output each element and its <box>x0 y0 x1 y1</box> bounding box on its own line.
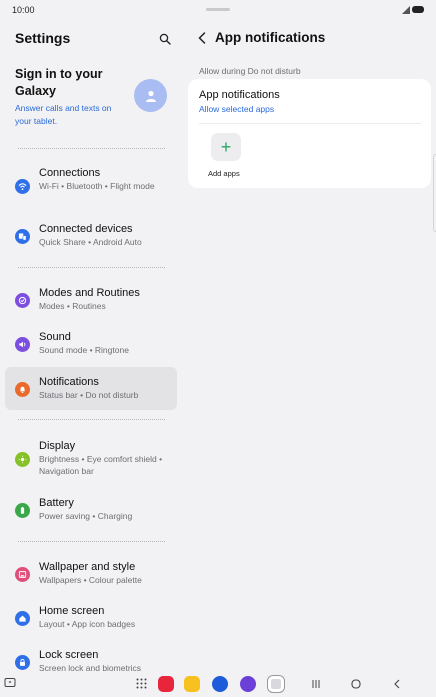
search-icon[interactable] <box>159 33 171 45</box>
wallpaper-icon <box>15 567 30 582</box>
app-notifications-setting[interactable]: App notifications <box>199 89 280 101</box>
item-title: Battery <box>39 497 74 509</box>
screen-rotate-icon[interactable] <box>4 677 16 689</box>
settings-title: Settings <box>15 30 71 46</box>
item-subtitle: Modes • Routines <box>39 301 106 311</box>
app-notifications-value: Allow selected apps <box>199 104 275 114</box>
item-title: Notifications <box>39 376 99 388</box>
item-subtitle: Sound mode • Ringtone <box>39 345 129 355</box>
apps-grid-icon[interactable] <box>136 678 147 689</box>
battery-status-icon <box>412 6 424 13</box>
back-arrow-icon[interactable] <box>197 32 207 44</box>
sidebar-item-connected-devices[interactable]: Connected devices Quick Share • Android … <box>5 222 177 248</box>
dock-app-browser-icon[interactable] <box>240 676 256 692</box>
section-divider <box>18 541 165 542</box>
sidebar-item-display[interactable]: Display Brightness • Eye comfort shield … <box>5 439 177 477</box>
item-subtitle: Power saving • Charging <box>39 511 133 521</box>
sidebar-item-wallpaper-and-style[interactable]: Wallpaper and style Wallpapers • Colour … <box>5 560 177 586</box>
check-circle-icon <box>15 293 30 308</box>
person-icon <box>145 90 156 102</box>
bell-icon <box>15 382 30 397</box>
item-subtitle: Layout • App icon badges <box>39 619 136 629</box>
back-button-icon[interactable] <box>390 677 404 691</box>
sidebar-item-notifications[interactable]: Notifications Status bar • Do not distur… <box>5 367 177 410</box>
signal-icon <box>402 6 410 14</box>
dock-app-messages-icon[interactable] <box>212 676 228 692</box>
section-divider <box>18 419 165 420</box>
devices-icon <box>15 229 30 244</box>
section-divider <box>18 148 165 149</box>
sidebar-item-modes-and-routines[interactable]: Modes and Routines Modes • Routines <box>5 286 177 312</box>
dock-app-red-icon[interactable] <box>158 676 174 692</box>
status-bar: 10:00 <box>0 0 436 22</box>
sidebar-item-home-screen[interactable]: Home screen Layout • App icon badges <box>5 604 177 630</box>
sidebar-item-connections[interactable]: Connections Wi-Fi • Bluetooth • Flight m… <box>5 166 177 194</box>
section-label: Allow during Do not disturb <box>199 66 301 76</box>
item-subtitle: Quick Share • Android Auto <box>39 237 142 247</box>
item-subtitle: Wallpapers • Colour palette <box>39 575 142 585</box>
item-subtitle: Brightness • Eye comfort shield • Naviga… <box>39 454 163 476</box>
recent-apps-icon[interactable] <box>309 677 323 691</box>
item-title: Display <box>39 440 76 452</box>
settings-list-pane: Settings Sign in to your Galaxy Answer c… <box>0 22 185 672</box>
item-subtitle: Screen lock and biometrics <box>39 663 142 672</box>
item-title: Lock screen <box>39 649 99 661</box>
app-notifications-pane: App notifications Allow during Do not di… <box>187 22 436 672</box>
item-title: Connected devices <box>39 223 133 235</box>
item-title: Modes and Routines <box>39 287 140 299</box>
section-divider <box>18 267 165 268</box>
samsung-account-signin[interactable]: Sign in to your Galaxy Answer calls and … <box>15 66 175 128</box>
avatar[interactable] <box>134 79 167 112</box>
settings-header: Settings <box>15 30 175 50</box>
card-divider <box>199 123 421 124</box>
dock-app-notes-icon[interactable] <box>184 676 200 692</box>
item-subtitle: Wi-Fi • Bluetooth • Flight mode <box>39 181 155 191</box>
item-title: Sound <box>39 331 71 343</box>
home-button-icon[interactable] <box>349 677 363 691</box>
plus-icon: + <box>220 136 232 157</box>
item-title: Home screen <box>39 605 105 617</box>
lock-icon <box>15 655 30 670</box>
sidebar-item-lock-screen[interactable]: Lock screen Screen lock and biometrics <box>5 648 177 672</box>
app-notifications-card: App notifications Allow selected apps + … <box>188 79 431 188</box>
page-title: App notifications <box>215 30 326 45</box>
item-title: Wallpaper and style <box>39 561 136 573</box>
battery-icon <box>15 503 30 518</box>
item-title: Connections <box>39 167 101 179</box>
volume-icon <box>15 337 30 352</box>
top-handle <box>206 8 230 11</box>
status-time: 10:00 <box>12 5 35 15</box>
wifi-icon <box>15 179 30 194</box>
sun-icon <box>15 452 30 467</box>
taskbar <box>0 672 436 697</box>
signin-title: Sign in to your Galaxy <box>15 67 103 98</box>
home-icon <box>15 611 30 626</box>
signin-subtitle: Answer calls and texts on your tablet. <box>15 103 112 126</box>
dock-app-camera-icon[interactable] <box>268 676 284 692</box>
sidebar-item-battery[interactable]: Battery Power saving • Charging <box>5 496 177 522</box>
add-apps-button[interactable]: + <box>211 133 241 161</box>
sidebar-item-sound[interactable]: Sound Sound mode • Ringtone <box>5 330 177 356</box>
add-apps-label: Add apps <box>208 169 240 178</box>
item-subtitle: Status bar • Do not disturb <box>39 390 139 400</box>
